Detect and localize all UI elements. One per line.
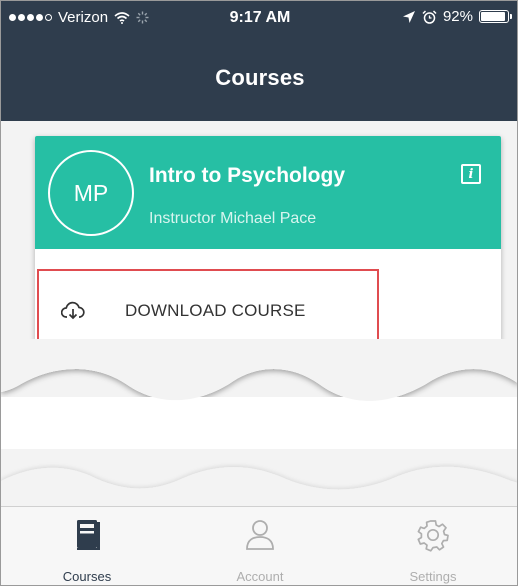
courses-list: MP Intro to Psychology Instructor Michae…	[1, 121, 517, 506]
alarm-icon	[422, 9, 437, 24]
tab-account-label: Account	[236, 569, 284, 584]
download-course-label: DOWNLOAD COURSE	[125, 301, 306, 320]
status-right: 92%	[402, 8, 512, 25]
course-card-header[interactable]: MP Intro to Psychology Instructor Michae…	[35, 136, 501, 249]
status-bar: Verizon 9:17 AM 92%	[1, 1, 517, 35]
torn-divider-lower	[1, 466, 517, 506]
info-icon[interactable]: i	[461, 164, 481, 184]
tab-courses-label: Courses	[62, 569, 112, 584]
phone-screen: Verizon 9:17 AM 92% Courses MP Intro to …	[0, 0, 518, 586]
tab-settings-label: Settings	[409, 569, 457, 584]
tab-courses[interactable]: Courses	[1, 507, 173, 585]
battery-percent: 92%	[442, 8, 473, 25]
torn-divider	[1, 339, 517, 449]
tab-bar: Courses Account Settings	[1, 506, 517, 585]
course-title[interactable]: Intro to Psychology	[149, 164, 345, 188]
cloud-download-icon	[61, 301, 85, 320]
book-icon	[77, 520, 100, 550]
tab-settings[interactable]: Settings	[347, 507, 517, 585]
instructor-avatar: MP	[48, 150, 134, 236]
location-icon	[402, 10, 415, 23]
person-icon	[246, 520, 274, 550]
tab-account[interactable]: Account	[174, 507, 346, 585]
gear-icon	[417, 520, 449, 552]
app-header: Verizon 9:17 AM 92% Courses	[1, 1, 517, 121]
course-instructor: Instructor Michael Pace	[149, 210, 317, 227]
page-title: Courses	[215, 65, 305, 90]
course-card[interactable]: MP Intro to Psychology Instructor Michae…	[35, 136, 501, 351]
battery-icon	[479, 10, 512, 23]
